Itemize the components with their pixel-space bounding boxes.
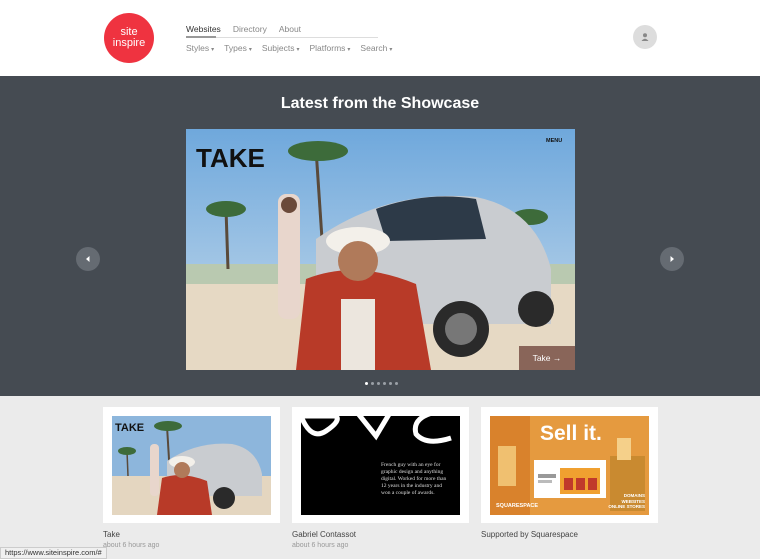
browser-status-bar: https://www.siteinspire.com/# <box>0 547 107 559</box>
filter-styles[interactable]: Styles ▾ <box>186 43 214 53</box>
logo-line-2: inspire <box>112 37 146 49</box>
user-icon <box>641 33 649 41</box>
hero-site-menu: MENU <box>546 138 562 144</box>
carousel-next-button[interactable] <box>660 247 684 271</box>
thumb-ad-tag: ONLINE STORES <box>608 504 645 509</box>
filter-platforms-label: Platforms <box>309 43 346 53</box>
carousel-dot[interactable] <box>383 382 386 385</box>
filter-subjects[interactable]: Subjects ▾ <box>262 43 300 53</box>
chevron-down-icon: ▾ <box>211 47 215 53</box>
thumb-ad-brand: SQUARESPACE <box>496 503 539 509</box>
filter-platforms[interactable]: Platforms ▾ <box>310 43 351 53</box>
filter-search-label: Search <box>360 43 388 53</box>
card-thumbnail: French guy with an eye for graphic desig… <box>301 416 460 515</box>
site-card-squarespace-ad[interactable]: Sell it. SQUARESPACE DOMAINS WEBSITES ON… <box>481 407 658 523</box>
carousel-prev-button[interactable] <box>76 247 100 271</box>
card-title-gabriel-contassot[interactable]: Gabriel Contassot <box>292 530 356 539</box>
nav-about[interactable]: About <box>279 24 301 34</box>
thumb-bio-text: French guy with an eye for graphic desig… <box>381 462 447 496</box>
chevron-down-icon: ▾ <box>248 47 252 53</box>
card-title-take[interactable]: Take <box>103 530 120 539</box>
user-account-button[interactable] <box>633 25 657 49</box>
card-time-take: about 6 hours ago <box>103 542 160 549</box>
header: site inspire Websites Directory About St… <box>0 0 760 76</box>
chevron-right-icon <box>670 256 674 262</box>
site-card-gabriel-contassot[interactable]: French guy with an eye for graphic desig… <box>292 407 469 523</box>
primary-nav: Websites Directory About <box>186 24 301 34</box>
carousel-dot[interactable] <box>365 382 368 385</box>
carousel-dot[interactable] <box>377 382 380 385</box>
hero-site-logo: TAKE <box>196 143 265 173</box>
site-card-take[interactable]: TAKE <box>103 407 280 523</box>
chevron-down-icon: ▾ <box>347 47 351 53</box>
thumb-site-logo: TAKE <box>115 422 144 434</box>
filter-types-label: Types <box>224 43 247 53</box>
showcase-hero-image[interactable]: TAKE MENU Take → <box>186 129 575 370</box>
card-thumbnail: TAKE <box>112 416 271 515</box>
chevron-left-icon <box>86 256 90 262</box>
nav-divider <box>186 36 378 38</box>
filter-styles-label: Styles <box>186 43 210 53</box>
showcase-title: Latest from the Showcase <box>280 95 480 112</box>
nav-directory[interactable]: Directory <box>233 24 267 34</box>
siteinspire-logo[interactable]: site inspire <box>104 13 154 63</box>
hero-photo: TAKE MENU <box>186 129 575 370</box>
filter-search[interactable]: Search ▾ <box>360 43 392 53</box>
filter-subjects-label: Subjects <box>261 43 295 53</box>
carousel-dot[interactable] <box>389 382 392 385</box>
thumb-ad-headline: Sell it. <box>540 422 602 445</box>
visit-take-button[interactable]: Take → <box>519 346 575 370</box>
nav-websites[interactable]: Websites <box>186 24 221 34</box>
card-time-gabriel-contassot: about 6 hours ago <box>292 542 349 549</box>
carousel-dot[interactable] <box>371 382 374 385</box>
card-thumbnail: Sell it. SQUARESPACE DOMAINS WEBSITES ON… <box>490 416 649 515</box>
chevron-down-icon: ▾ <box>296 47 300 53</box>
thumb-photo: TAKE <box>112 416 271 515</box>
showcase-section: Latest from the Showcase TAKE MENU Take … <box>0 76 760 396</box>
active-indicator <box>186 36 216 38</box>
carousel-pagination <box>365 382 398 385</box>
carousel-dot[interactable] <box>395 382 398 385</box>
filter-types[interactable]: Types ▾ <box>224 43 252 53</box>
chevron-down-icon: ▾ <box>389 47 393 53</box>
card-title-squarespace[interactable]: Supported by Squarespace <box>481 530 578 539</box>
filter-nav: Styles ▾ Types ▾ Subjects ▾ Platforms ▾ Sear… <box>186 43 392 53</box>
thumb-ad-tags: DOMAINS WEBSITES ONLINE STORES <box>608 493 645 510</box>
